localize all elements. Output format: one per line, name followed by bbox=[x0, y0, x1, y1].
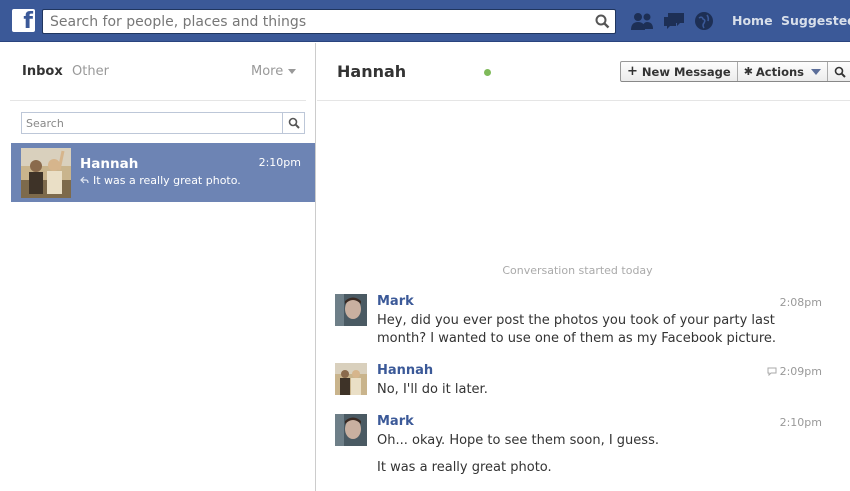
thread-item[interactable]: Hannah 2:10pm It was a really great phot… bbox=[11, 143, 315, 202]
actions-button[interactable]: ✱ Actions bbox=[738, 62, 828, 81]
facebook-logo[interactable]: f bbox=[12, 9, 35, 33]
new-message-label: New Message bbox=[641, 64, 731, 79]
tab-other[interactable]: Other bbox=[72, 64, 109, 79]
messages-icon[interactable] bbox=[663, 11, 685, 31]
search-icon bbox=[288, 117, 300, 129]
message-time: 2:09pm bbox=[767, 365, 822, 378]
chevron-down-icon bbox=[288, 69, 297, 74]
more-dropdown[interactable]: More bbox=[251, 64, 297, 79]
new-message-button[interactable]: + New Message bbox=[621, 62, 738, 81]
conversation-title[interactable]: Hannah bbox=[337, 62, 406, 81]
more-label: More bbox=[251, 64, 284, 79]
message-time: 2:10pm bbox=[779, 416, 822, 429]
message-body: No, I'll do it later. bbox=[377, 382, 488, 397]
search-conversation-button[interactable] bbox=[828, 62, 850, 81]
message-author[interactable]: Hannah bbox=[377, 363, 433, 378]
chat-icon bbox=[767, 367, 777, 377]
message-time-text: 2:09pm bbox=[779, 365, 822, 378]
reply-icon bbox=[80, 176, 89, 184]
message-author[interactable]: Mark bbox=[377, 294, 414, 309]
message-search-input[interactable] bbox=[22, 113, 280, 133]
notifications-icon[interactable] bbox=[694, 11, 714, 31]
home-link[interactable]: Home bbox=[732, 13, 773, 28]
message-body: Hey, did you ever post the photos you to… bbox=[377, 313, 777, 346]
search-icon bbox=[834, 66, 846, 78]
thread-list-header: Inbox Other More bbox=[10, 43, 306, 101]
gear-icon: ✱ bbox=[743, 65, 753, 78]
friend-requests-icon[interactable] bbox=[630, 11, 654, 31]
suggested-link[interactable]: Suggested F bbox=[781, 13, 850, 28]
thread-snippet: It was a really great photo. bbox=[80, 174, 241, 187]
thread-list-panel: Inbox Other More Hannah 2:10pm It was a … bbox=[0, 43, 316, 491]
chevron-down-icon bbox=[811, 68, 821, 75]
avatar[interactable] bbox=[335, 414, 367, 446]
message-body-continued: It was a really great photo. bbox=[377, 460, 552, 475]
thread-name: Hannah bbox=[80, 156, 139, 172]
avatar bbox=[21, 148, 71, 198]
thread-time: 2:10pm bbox=[258, 156, 301, 169]
global-search-input[interactable] bbox=[43, 10, 583, 33]
online-status-indicator bbox=[484, 69, 491, 76]
message-search-button[interactable] bbox=[282, 113, 304, 133]
conversation-toolbar: + New Message ✱ Actions bbox=[620, 61, 850, 82]
search-icon[interactable] bbox=[595, 14, 610, 29]
message-time: 2:08pm bbox=[779, 296, 822, 309]
global-search-box bbox=[42, 9, 616, 34]
avatar[interactable] bbox=[335, 363, 367, 395]
plus-icon: + bbox=[627, 64, 638, 79]
message-body: Oh... okay. Hope to see them soon, I gue… bbox=[377, 433, 659, 448]
conversation-start-label: Conversation started today bbox=[502, 264, 653, 277]
conversation-header: Hannah + New Message ✱ Actions bbox=[317, 43, 850, 101]
thread-snippet-text: It was a really great photo. bbox=[93, 174, 241, 187]
conversation-panel: Hannah + New Message ✱ Actions Conversatio… bbox=[317, 43, 850, 491]
message-author[interactable]: Mark bbox=[377, 414, 414, 429]
top-navigation-bar: f Home Suggested F bbox=[0, 0, 850, 42]
avatar[interactable] bbox=[335, 294, 367, 326]
message-search-box bbox=[21, 112, 305, 134]
actions-label: Actions bbox=[755, 64, 804, 79]
tab-inbox[interactable]: Inbox bbox=[22, 64, 63, 79]
